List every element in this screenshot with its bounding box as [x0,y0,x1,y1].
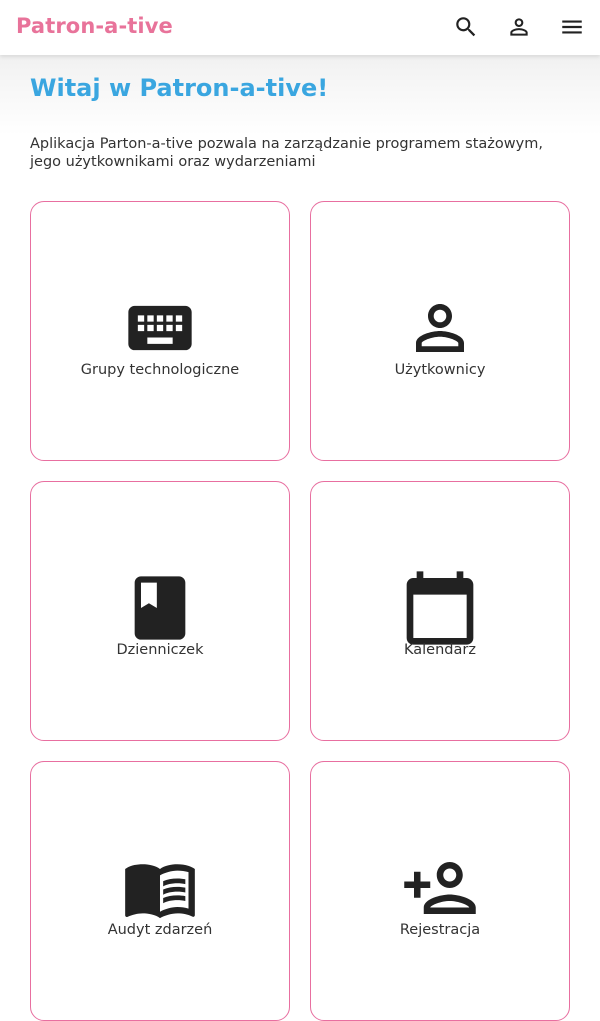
keyboard-icon [31,290,289,366]
tile-label: Audyt zdarzeń [107,922,213,938]
account-icon[interactable] [506,14,532,40]
open-book-icon [31,850,289,926]
tile-event-audit[interactable]: Audyt zdarzeń [30,761,290,1021]
top-app-bar: Patron-a-tive [0,0,600,55]
tile-label: Kalendarz [404,642,476,658]
intro-text: Aplikacja Parton-a-tive pozwala na zarzą… [30,136,543,170]
book-icon [31,570,289,646]
person-add-icon [311,850,569,926]
app-brand[interactable]: Patron-a-tive [16,14,173,38]
tile-calendar[interactable]: Kalendarz [310,481,570,741]
tile-journal[interactable]: Dzienniczek [30,481,290,741]
menu-icon[interactable] [559,14,585,40]
tile-label: Rejestracja [399,922,481,938]
page-title: Witaj w Patron-a-tive! [30,74,329,102]
tile-label: Użytkownicy [394,362,486,378]
tile-label: Grupy technologiczne [80,362,240,378]
tile-tech-groups[interactable]: Grupy technologiczne [30,201,290,461]
tile-users[interactable]: Użytkownicy [310,201,570,461]
calendar-icon [311,570,569,646]
person-icon [311,290,569,366]
tile-registration[interactable]: Rejestracja [310,761,570,1021]
tile-label: Dzienniczek [116,642,204,658]
search-icon[interactable] [453,14,479,40]
